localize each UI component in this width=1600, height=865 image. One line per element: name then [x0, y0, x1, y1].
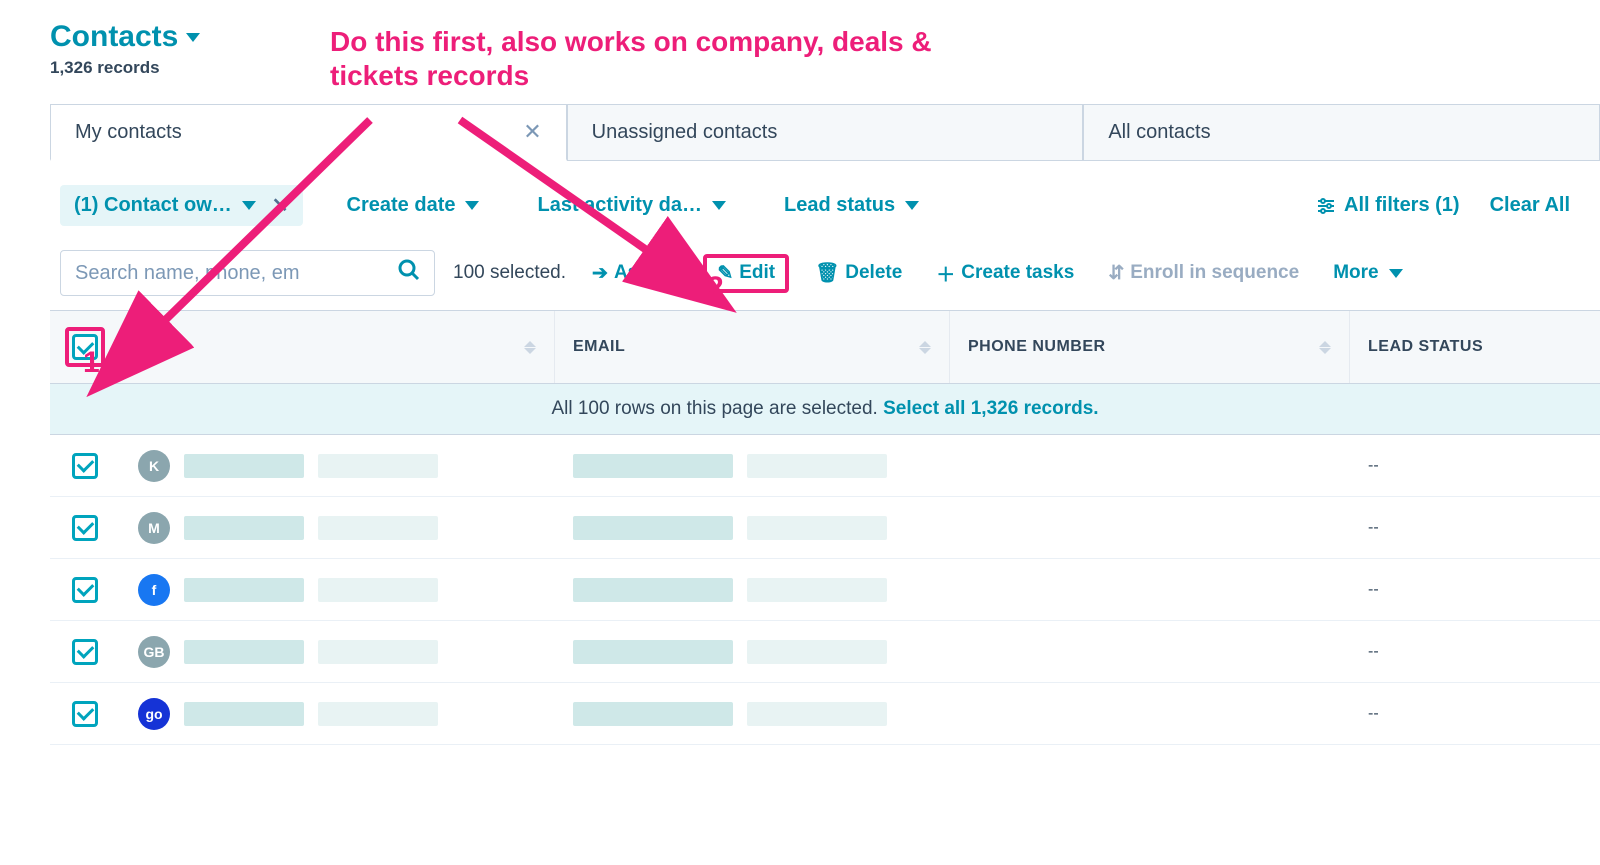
all-filters-button[interactable]: All filters (1)	[1316, 194, 1460, 217]
avatar: f	[138, 574, 170, 606]
row-checkbox[interactable]	[72, 577, 98, 603]
avatar: GB	[138, 636, 170, 668]
create-tasks-button[interactable]: ＋Create tasks	[928, 254, 1082, 293]
search-icon	[398, 259, 420, 287]
filter-create-date[interactable]: Create date	[333, 186, 494, 225]
lead-status-value: --	[1350, 643, 1600, 661]
assign-button[interactable]: ➔Assign	[584, 256, 685, 291]
view-tabs: My contacts ✕ Unassigned contacts All co…	[50, 104, 1600, 161]
avatar: M	[138, 512, 170, 544]
lead-status-value: --	[1350, 457, 1600, 475]
row-checkbox[interactable]	[72, 515, 98, 541]
page-title: Contacts	[50, 20, 178, 54]
close-icon[interactable]: ✕	[272, 193, 289, 218]
more-button[interactable]: More	[1325, 256, 1410, 290]
column-lead-status[interactable]: LEAD STATUS	[1350, 311, 1600, 383]
sequence-icon: ⇵	[1108, 262, 1124, 285]
column-email[interactable]: EMAIL	[555, 311, 950, 383]
table-row[interactable]: go --	[50, 683, 1600, 745]
search-input[interactable]: Search name, phone, em	[60, 250, 435, 296]
avatar: K	[138, 450, 170, 482]
close-icon[interactable]: ✕	[523, 119, 541, 145]
avatar: go	[138, 698, 170, 730]
tab-my-contacts[interactable]: My contacts ✕	[50, 104, 567, 161]
search-placeholder: Search name, phone, em	[75, 262, 398, 285]
tab-all-contacts[interactable]: All contacts	[1083, 104, 1600, 160]
row-checkbox[interactable]	[72, 639, 98, 665]
caret-down-icon	[186, 33, 200, 42]
column-phone[interactable]: PHONE NUMBER	[950, 311, 1350, 383]
row-checkbox[interactable]	[72, 701, 98, 727]
annotation-text: Do this first, also works on company, de…	[330, 25, 970, 92]
enroll-sequence-button[interactable]: ⇵Enroll in sequence	[1100, 256, 1307, 291]
table-row[interactable]: M --	[50, 497, 1600, 559]
selection-count: 100 selected.	[453, 262, 566, 284]
select-all-records-link[interactable]: Select all 1,326 records.	[883, 398, 1098, 419]
table-row[interactable]: GB --	[50, 621, 1600, 683]
table-row[interactable]: K --	[50, 435, 1600, 497]
column-name[interactable]: NAME	[120, 311, 555, 383]
sliders-icon	[1316, 196, 1336, 216]
trash-icon: 🗑	[815, 261, 839, 285]
selection-banner: All 100 rows on this page are selected. …	[50, 384, 1600, 435]
clear-all-button[interactable]: Clear All	[1490, 194, 1570, 217]
contacts-table: NAME EMAIL PHONE NUMBER LEAD STATUS All …	[50, 310, 1600, 745]
table-row[interactable]: f --	[50, 559, 1600, 621]
lead-status-value: --	[1350, 581, 1600, 599]
delete-button[interactable]: 🗑Delete	[807, 255, 910, 291]
annotation-number-1: 1	[83, 345, 100, 381]
lead-status-value: --	[1350, 519, 1600, 537]
filter-lead-status[interactable]: Lead status	[770, 186, 933, 225]
row-checkbox[interactable]	[72, 453, 98, 479]
annotation-number-2: 2	[707, 270, 724, 306]
tab-unassigned[interactable]: Unassigned contacts	[567, 104, 1084, 160]
arrow-right-icon: ➔	[592, 262, 608, 285]
plus-icon: ＋	[936, 260, 955, 287]
lead-status-value: --	[1350, 705, 1600, 723]
filter-last-activity[interactable]: Last activity da…	[523, 186, 740, 225]
filter-contact-owner[interactable]: (1) Contact ow… ✕	[60, 185, 303, 226]
